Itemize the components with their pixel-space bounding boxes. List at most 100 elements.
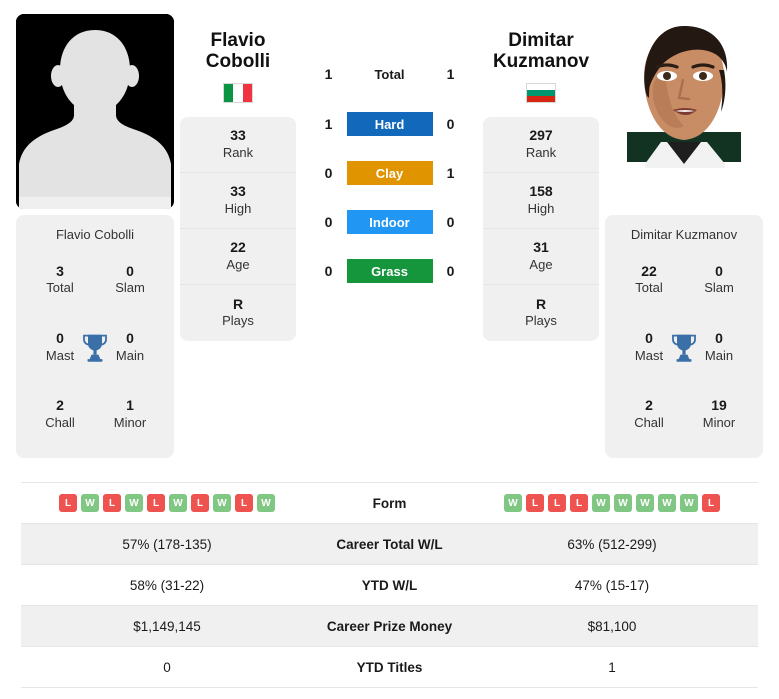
left-titles-slam-value: 0 xyxy=(126,262,134,279)
form-badge-loss: L xyxy=(526,494,544,512)
right-player-photo xyxy=(605,14,763,209)
left-stat-high: 33 High xyxy=(180,173,296,229)
form-badge-loss: L xyxy=(235,494,253,512)
left-titles-total-label: Total xyxy=(46,280,74,296)
h2h-row-indoor: 0 Indoor 0 xyxy=(302,210,477,234)
form-badge-win: W xyxy=(636,494,654,512)
left-titles-main-label: Main xyxy=(115,347,145,363)
h2h-total-right: 1 xyxy=(446,66,455,82)
left-titles-mast: 0 Mast xyxy=(32,330,88,364)
h2h-row-hard: 1 Hard 0 xyxy=(302,112,477,136)
h2h-indoor-right: 0 xyxy=(446,214,455,230)
right-titles-main-value: 0 xyxy=(715,330,723,347)
ytd-titles-right: 1 xyxy=(466,646,758,688)
h2h-grass-left: 0 xyxy=(324,263,333,279)
right-stat-plays: R Plays xyxy=(483,285,599,341)
career-prize-money-right: $81,100 xyxy=(466,605,758,647)
table-row-ytd-wl: 58% (31-22) YTD W/L 47% (15-17) xyxy=(21,564,758,606)
form-badge-win: W xyxy=(680,494,698,512)
right-form-badges: WLLLWWWWWL xyxy=(466,494,758,512)
h2h-total-left: 1 xyxy=(324,66,333,82)
left-stat-age-value: 22 xyxy=(230,239,246,256)
left-stat-age-label: Age xyxy=(226,256,250,272)
form-badge-loss: L xyxy=(191,494,209,512)
right-stat-rank-label: Rank xyxy=(525,144,557,160)
trophy-icon xyxy=(82,333,108,363)
form-badge-win: W xyxy=(614,494,632,512)
right-player-first-name: Dimitar xyxy=(508,30,574,51)
left-titles-minor-value: 1 xyxy=(126,397,134,414)
form-badge-loss: L xyxy=(103,494,121,512)
table-row-ytd-titles: 0 YTD Titles 1 xyxy=(21,646,758,688)
right-titles-row-1: 22 Total 0 Slam xyxy=(613,263,755,297)
right-titles-slam: 0 Slam xyxy=(691,263,747,297)
left-titles-main-value: 0 xyxy=(126,330,134,347)
right-titles-chall: 2 Chall xyxy=(621,397,677,431)
left-titles-main: 0 Main xyxy=(102,330,158,364)
right-titles-chall-value: 2 xyxy=(645,397,653,414)
left-titles-mast-label: Mast xyxy=(45,347,75,363)
right-player-stat-stack: 297 Rank 158 High 31 Age R Plays xyxy=(483,116,599,341)
left-stat-rank: 33 Rank xyxy=(180,117,296,173)
right-titles-slam-value: 0 xyxy=(715,262,723,279)
right-stat-plays-value: R xyxy=(535,295,547,312)
form-badge-win: W xyxy=(658,494,676,512)
surface-badge-grass: Grass xyxy=(346,259,433,283)
left-titles-total-value: 3 xyxy=(56,262,64,279)
right-titles-total-label: Total xyxy=(635,280,663,296)
right-titles-main-label: Main xyxy=(704,347,734,363)
h2h-indoor-left: 0 xyxy=(324,214,333,230)
form-badge-win: W xyxy=(213,494,231,512)
player-headshot-image xyxy=(605,14,763,209)
left-player-info-column: Flavio Cobolli 33 Rank 33 High 22 Age R … xyxy=(180,14,296,478)
form-badge-loss: L xyxy=(147,494,165,512)
avatar-placeholder-icon xyxy=(16,14,174,209)
h2h-hard-right: 0 xyxy=(446,116,455,132)
right-stat-plays-label: Plays xyxy=(525,313,557,329)
left-titles-minor-label: Minor xyxy=(113,414,147,430)
h2h-row-grass: 0 Grass 0 xyxy=(302,259,477,283)
right-player-info-column: Dimitar Kuzmanov 297 Rank 158 High 31 Ag… xyxy=(483,14,599,478)
h2h-hard-left: 1 xyxy=(324,116,333,132)
left-titles-mast-value: 0 xyxy=(56,330,64,347)
table-row-career-prize-money: $1,149,145 Career Prize Money $81,100 xyxy=(21,605,758,647)
right-titles-player-name: Dimitar Kuzmanov xyxy=(630,227,738,242)
form-badge-win: W xyxy=(504,494,522,512)
right-player-titles-card: Dimitar Kuzmanov 22 Total 0 Slam 0 Mast … xyxy=(605,215,763,458)
right-player-name: Dimitar Kuzmanov xyxy=(493,30,589,73)
career-total-wl-right: 63% (512-299) xyxy=(466,523,758,565)
trophy-icon xyxy=(671,333,697,363)
italy-flag-icon xyxy=(223,82,253,103)
player-comparison-page: Flavio Cobolli 3 Total 0 Slam 0 Mast 0 M… xyxy=(0,0,779,699)
right-titles-row-3: 2 Chall 19 Minor xyxy=(613,397,755,431)
h2h-clay-left: 0 xyxy=(324,165,333,181)
left-titles-slam-label: Slam xyxy=(115,280,145,296)
right-titles-chall-label: Chall xyxy=(634,414,664,430)
left-stat-rank-label: Rank xyxy=(222,144,254,160)
right-stat-age-label: Age xyxy=(529,256,553,272)
right-player-outer-column: Dimitar Kuzmanov 22 Total 0 Slam 0 Mast … xyxy=(605,14,763,478)
comparison-header: Flavio Cobolli 3 Total 0 Slam 0 Mast 0 M… xyxy=(0,0,779,478)
form-badge-win: W xyxy=(257,494,275,512)
right-titles-minor-value: 19 xyxy=(711,397,727,414)
row-label-form: Form xyxy=(313,482,466,524)
right-titles-main: 0 Main xyxy=(691,330,747,364)
bulgaria-flag-icon xyxy=(526,82,556,103)
right-titles-minor-label: Minor xyxy=(702,414,736,430)
right-titles-grid: 22 Total 0 Slam 0 Mast 0 Main 2 Chall 19… xyxy=(613,246,755,448)
left-form-badges: LWLWLWLWLW xyxy=(21,494,313,512)
left-titles-total: 3 Total xyxy=(32,263,88,297)
left-titles-player-name: Flavio Cobolli xyxy=(55,227,135,242)
form-badge-win: W xyxy=(592,494,610,512)
left-player-stat-stack: 33 Rank 33 High 22 Age R Plays xyxy=(180,116,296,341)
surface-badge-indoor: Indoor xyxy=(346,210,433,234)
h2h-clay-right: 1 xyxy=(446,165,455,181)
form-right-cell: WLLLWWWWWL xyxy=(466,482,758,524)
right-stat-high-label: High xyxy=(527,200,555,216)
row-label-ytd-titles: YTD Titles xyxy=(313,646,466,688)
form-badge-win: W xyxy=(81,494,99,512)
form-badge-win: W xyxy=(169,494,187,512)
h2h-row-clay: 0 Clay 1 xyxy=(302,161,477,185)
ytd-wl-right: 47% (15-17) xyxy=(466,564,758,606)
right-titles-total-value: 22 xyxy=(641,262,657,279)
